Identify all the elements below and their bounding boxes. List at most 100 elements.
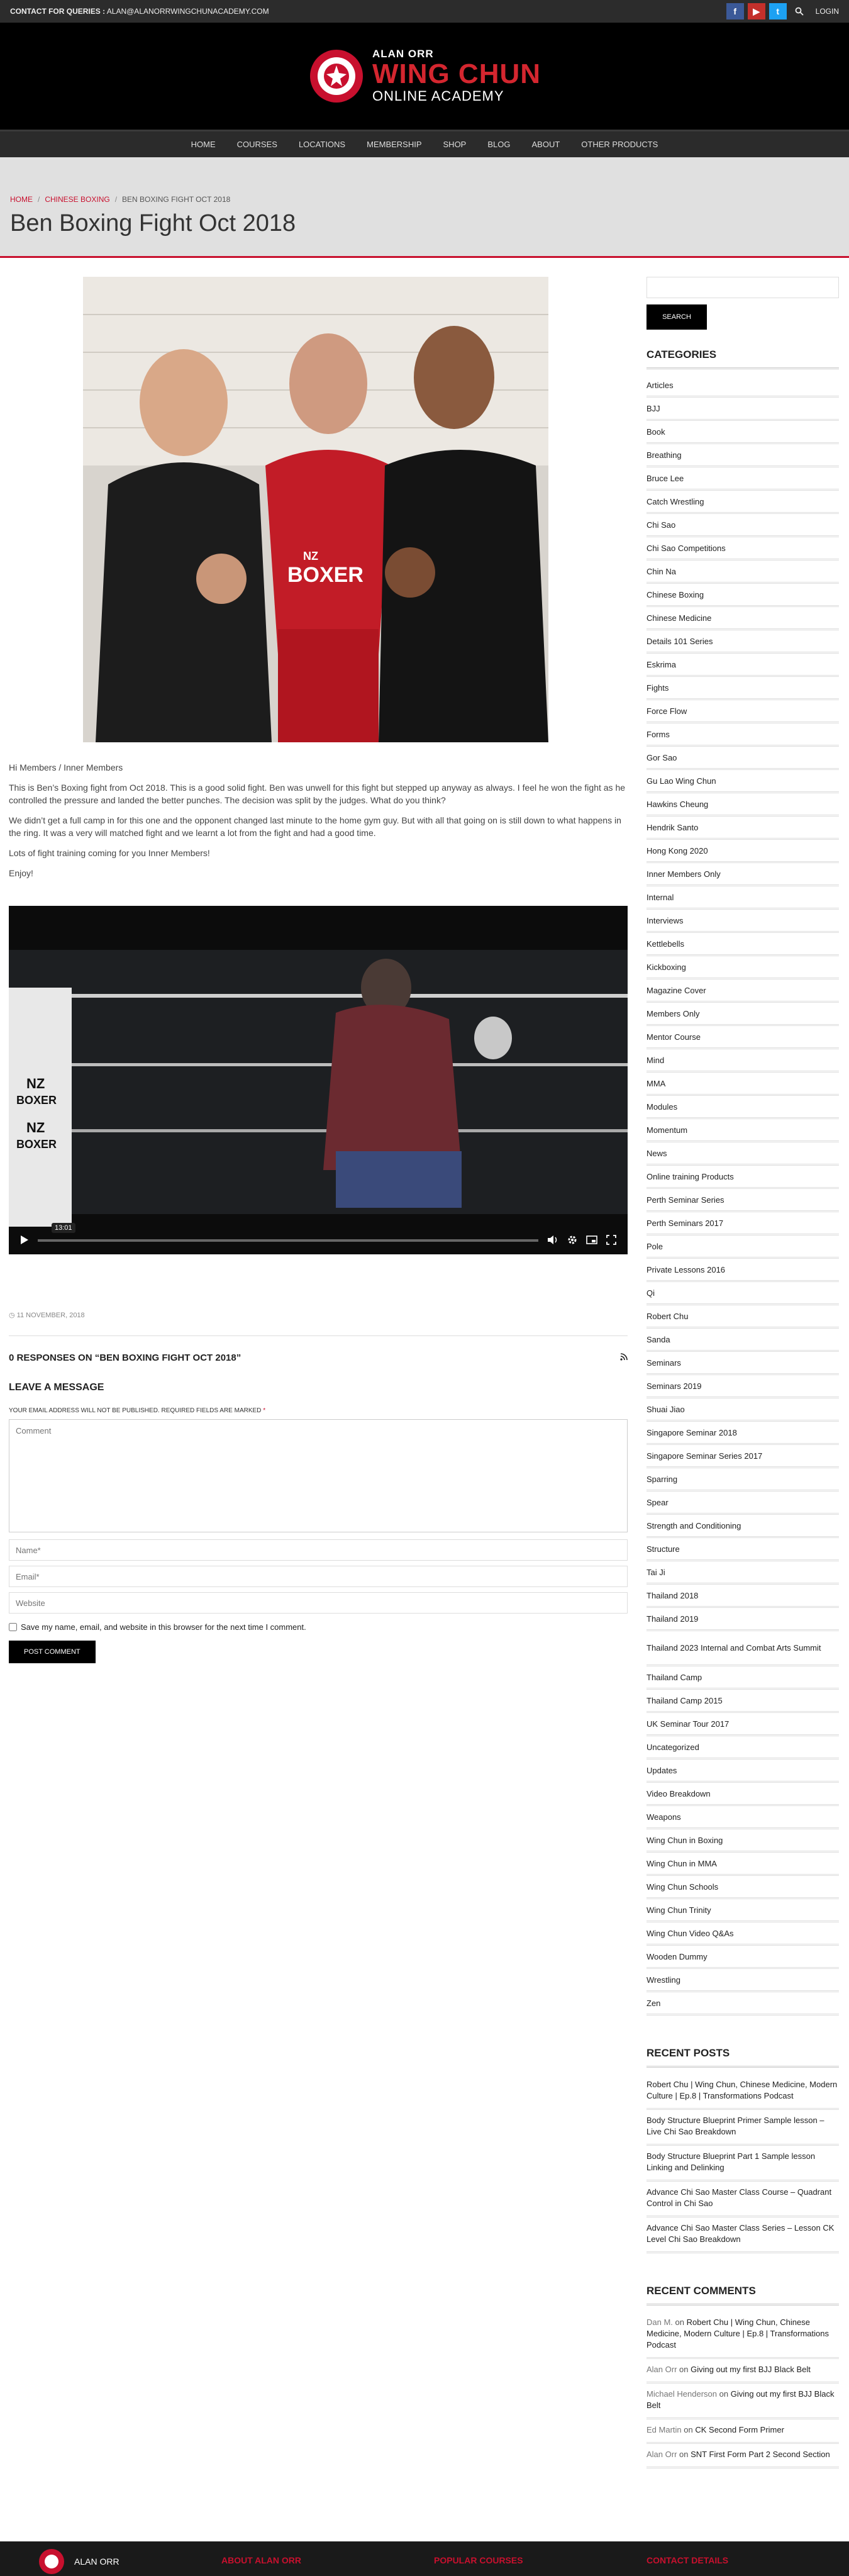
- twitter-icon[interactable]: t: [769, 3, 787, 20]
- category-link[interactable]: Perth Seminar Series: [646, 1189, 839, 1212]
- category-link[interactable]: Mind: [646, 1049, 839, 1073]
- search-icon[interactable]: [791, 3, 808, 20]
- category-link[interactable]: Private Lessons 2016: [646, 1259, 839, 1282]
- category-link[interactable]: Wing Chun Trinity: [646, 1899, 839, 1922]
- category-link[interactable]: Sparring: [646, 1468, 839, 1492]
- comment-post-link[interactable]: Giving out my first BJJ Black Belt: [691, 2365, 811, 2374]
- category-link[interactable]: Seminars: [646, 1352, 839, 1375]
- category-link[interactable]: Magazine Cover: [646, 979, 839, 1003]
- category-link[interactable]: Wing Chun in MMA: [646, 1853, 839, 1876]
- comment-author[interactable]: Michael Henderson: [646, 2389, 717, 2399]
- category-link[interactable]: Gor Sao: [646, 747, 839, 770]
- category-link[interactable]: Wing Chun in Boxing: [646, 1829, 839, 1853]
- category-link[interactable]: Chi Sao: [646, 514, 839, 537]
- category-link[interactable]: Thailand 2023 Internal and Combat Arts S…: [646, 1631, 839, 1666]
- pip-icon[interactable]: [586, 1235, 597, 1246]
- youtube-icon[interactable]: ▶: [747, 3, 765, 20]
- category-link[interactable]: Articles: [646, 374, 839, 398]
- category-link[interactable]: Kickboxing: [646, 956, 839, 979]
- category-link[interactable]: Gu Lao Wing Chun: [646, 770, 839, 793]
- breadcrumb-section[interactable]: CHINESE BOXING: [45, 195, 109, 204]
- category-link[interactable]: Uncategorized: [646, 1736, 839, 1759]
- category-link[interactable]: Hawkins Cheung: [646, 793, 839, 817]
- name-input[interactable]: [9, 1539, 628, 1561]
- comment-post-link[interactable]: SNT First Form Part 2 Second Section: [691, 2450, 830, 2459]
- category-link[interactable]: Bruce Lee: [646, 467, 839, 491]
- site-logo[interactable]: ALAN ORR WING CHUN ONLINE ACADEMY: [308, 48, 541, 104]
- category-link[interactable]: Kettlebells: [646, 933, 839, 956]
- nav-home[interactable]: HOME: [191, 140, 216, 149]
- category-link[interactable]: Wrestling: [646, 1969, 839, 1992]
- breadcrumb-home[interactable]: HOME: [10, 195, 33, 204]
- save-info-checkbox[interactable]: [9, 1623, 17, 1631]
- category-link[interactable]: Video Breakdown: [646, 1783, 839, 1806]
- comment-author[interactable]: Alan Orr: [646, 2365, 677, 2374]
- category-link[interactable]: Book: [646, 421, 839, 444]
- category-link[interactable]: Pole: [646, 1235, 839, 1259]
- category-link[interactable]: Hong Kong 2020: [646, 840, 839, 863]
- category-link[interactable]: Strength and Conditioning: [646, 1515, 839, 1538]
- recent-post-link[interactable]: Advance Chi Sao Master Class Series – Le…: [646, 2217, 839, 2253]
- category-link[interactable]: Singapore Seminar 2018: [646, 1422, 839, 1445]
- sidebar-search-input[interactable]: [646, 277, 839, 298]
- comment-author[interactable]: Alan Orr: [646, 2450, 677, 2459]
- category-link[interactable]: Details 101 Series: [646, 630, 839, 654]
- category-link[interactable]: Chin Na: [646, 560, 839, 584]
- facebook-icon[interactable]: f: [726, 3, 744, 20]
- nav-courses[interactable]: COURSES: [237, 140, 277, 149]
- category-link[interactable]: Robert Chu: [646, 1305, 839, 1329]
- category-link[interactable]: Structure: [646, 1538, 839, 1561]
- settings-icon[interactable]: [567, 1235, 577, 1247]
- video-progress-bar[interactable]: [38, 1239, 538, 1242]
- category-link[interactable]: Internal: [646, 886, 839, 910]
- nav-other-products[interactable]: OTHER PRODUCTS: [581, 140, 658, 149]
- category-link[interactable]: Thailand 2019: [646, 1608, 839, 1631]
- website-input[interactable]: [9, 1592, 628, 1614]
- category-link[interactable]: Inner Members Only: [646, 863, 839, 886]
- category-link[interactable]: Seminars 2019: [646, 1375, 839, 1398]
- category-link[interactable]: Tai Ji: [646, 1561, 839, 1585]
- recent-post-link[interactable]: Body Structure Blueprint Part 1 Sample l…: [646, 2146, 839, 2182]
- category-link[interactable]: News: [646, 1142, 839, 1166]
- rss-icon[interactable]: [620, 1352, 628, 1363]
- recent-post-link[interactable]: Robert Chu | Wing Chun, Chinese Medicine…: [646, 2074, 839, 2110]
- category-link[interactable]: Thailand Camp 2015: [646, 1690, 839, 1713]
- category-link[interactable]: Momentum: [646, 1119, 839, 1142]
- category-link[interactable]: Eskrima: [646, 654, 839, 677]
- category-link[interactable]: Chinese Medicine: [646, 607, 839, 630]
- category-link[interactable]: Breathing: [646, 444, 839, 467]
- footer-logo[interactable]: ALAN ORR: [38, 2548, 119, 2575]
- category-link[interactable]: MMA: [646, 1073, 839, 1096]
- category-link[interactable]: Spear: [646, 1492, 839, 1515]
- email-input[interactable]: [9, 1566, 628, 1587]
- login-link[interactable]: LOGIN: [816, 7, 839, 16]
- video-player[interactable]: NZ BOXER NZ BOXER 13:01: [9, 906, 628, 1254]
- contact-email[interactable]: ALAN@ALANORRWINGCHUNACADEMY.COM: [107, 7, 269, 16]
- category-link[interactable]: Members Only: [646, 1003, 839, 1026]
- nav-about[interactable]: ABOUT: [531, 140, 560, 149]
- comment-author[interactable]: Dan M.: [646, 2317, 673, 2327]
- category-link[interactable]: Chinese Boxing: [646, 584, 839, 607]
- post-comment-button[interactable]: POST COMMENT: [9, 1641, 96, 1663]
- category-link[interactable]: Forms: [646, 723, 839, 747]
- nav-blog[interactable]: BLOG: [487, 140, 510, 149]
- category-link[interactable]: Mentor Course: [646, 1026, 839, 1049]
- volume-icon[interactable]: [547, 1235, 558, 1247]
- category-link[interactable]: Qi: [646, 1282, 839, 1305]
- nav-shop[interactable]: SHOP: [443, 140, 467, 149]
- category-link[interactable]: Sanda: [646, 1329, 839, 1352]
- category-link[interactable]: Chi Sao Competitions: [646, 537, 839, 560]
- play-icon[interactable]: [20, 1235, 29, 1247]
- category-link[interactable]: Fights: [646, 677, 839, 700]
- category-link[interactable]: Thailand Camp: [646, 1666, 839, 1690]
- category-link[interactable]: UK Seminar Tour 2017: [646, 1713, 839, 1736]
- category-link[interactable]: Wooden Dummy: [646, 1946, 839, 1969]
- comment-post-link[interactable]: CK Second Form Primer: [695, 2425, 784, 2434]
- category-link[interactable]: Hendrik Santo: [646, 817, 839, 840]
- comment-post-link[interactable]: Robert Chu | Wing Chun, Chinese Medicine…: [646, 2317, 829, 2350]
- category-link[interactable]: Interviews: [646, 910, 839, 933]
- category-link[interactable]: Zen: [646, 1992, 839, 2016]
- category-link[interactable]: Wing Chun Video Q&As: [646, 1922, 839, 1946]
- category-link[interactable]: Singapore Seminar Series 2017: [646, 1445, 839, 1468]
- comment-textarea[interactable]: [9, 1419, 628, 1532]
